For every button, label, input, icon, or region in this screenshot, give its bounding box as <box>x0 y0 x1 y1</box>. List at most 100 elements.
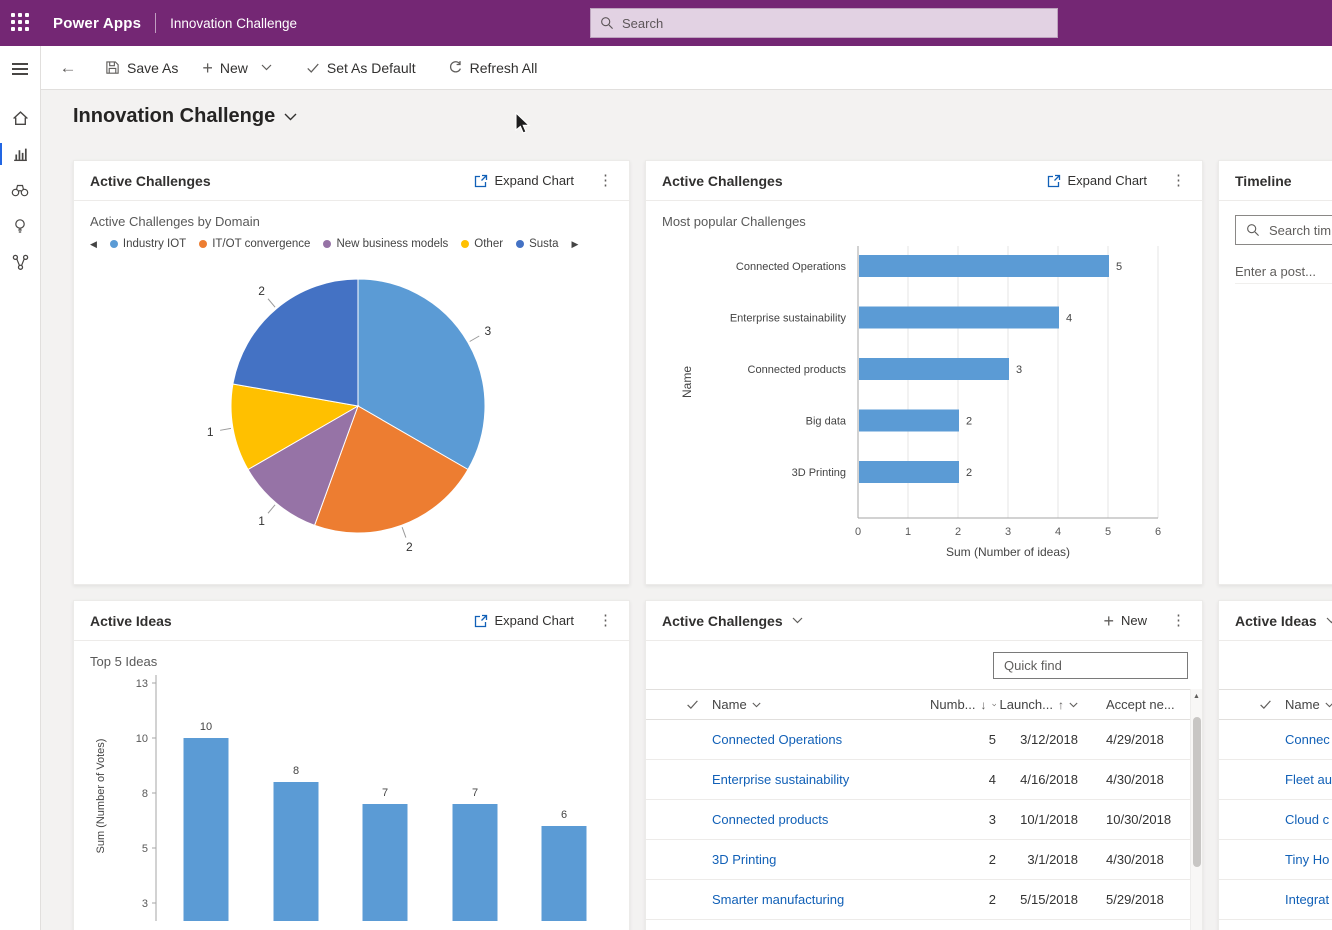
new-label: New <box>220 60 248 76</box>
column-header-name[interactable]: Name <box>1285 697 1332 712</box>
refresh-all-button[interactable]: Refresh All <box>436 50 550 86</box>
timeline-search[interactable] <box>1235 215 1332 245</box>
app-name[interactable]: Power Apps <box>53 15 141 32</box>
save-as-button[interactable]: Save As <box>93 50 190 86</box>
svg-text:6: 6 <box>561 809 567 821</box>
cell-launch-date: 5/15/2018 <box>996 892 1078 907</box>
cell-launch-date: 3/12/2018 <box>996 732 1078 747</box>
dashboard-selector[interactable]: Innovation Challenge <box>73 105 297 128</box>
legend-dot <box>516 240 524 248</box>
waffle-menu-icon[interactable] <box>11 13 31 33</box>
cell-launch-date: 3/1/2018 <box>996 852 1078 867</box>
legend-item: New business models <box>323 238 448 250</box>
nav-item-processes[interactable] <box>0 244 40 280</box>
table-row[interactable]: 3D Printing23/1/20184/30/2018 <box>646 840 1202 880</box>
table-row[interactable]: Tiny Ho <box>1219 840 1332 880</box>
set-as-default-button[interactable]: Set As Default <box>294 50 428 86</box>
timeline-post-input[interactable] <box>1235 260 1332 284</box>
cell-launch-date: 4/16/2018 <box>996 772 1078 787</box>
record-name-link[interactable]: Smarter manufacturing <box>712 892 844 907</box>
nav-hamburger-button[interactable] <box>0 52 40 86</box>
pie-slice[interactable] <box>233 279 358 406</box>
column-header-number[interactable]: Numb... ↓ <box>930 697 996 712</box>
scrollbar-thumb[interactable] <box>1193 717 1201 867</box>
chevron-down-icon[interactable] <box>261 64 272 71</box>
more-commands-icon[interactable]: ⋮ <box>1171 173 1186 188</box>
column-chart: 1310853108776Sum (Number of Votes) <box>74 671 630 921</box>
nav-item-home[interactable] <box>0 100 40 136</box>
legend-prev-icon[interactable]: ◀ <box>90 239 97 250</box>
table-row[interactable]: Fleet au <box>1219 760 1332 800</box>
select-all-checkmark-icon[interactable] <box>672 698 712 711</box>
table-row[interactable]: Connected Operations53/12/20184/29/2018 <box>646 720 1202 760</box>
table-scrollbar[interactable]: ▲ <box>1190 689 1202 930</box>
card-active-ideas-chart: Active Ideas Expand Chart ⋮ Top 5 Ideas … <box>73 600 630 930</box>
expand-chart-label: Expand Chart <box>1068 173 1148 188</box>
bar[interactable] <box>859 461 959 483</box>
new-record-button[interactable]: + New <box>1103 612 1147 630</box>
svg-text:Connected Operations: Connected Operations <box>736 261 847 273</box>
new-button[interactable]: + New <box>190 50 284 86</box>
scroll-up-icon[interactable]: ▲ <box>1191 689 1202 703</box>
more-commands-icon[interactable]: ⋮ <box>1171 613 1186 628</box>
table-row[interactable]: Enterprise sustainability44/16/20184/30/… <box>646 760 1202 800</box>
table-row[interactable]: Integrat <box>1219 880 1332 920</box>
record-name-link[interactable]: Connected products <box>712 812 828 827</box>
expand-chart-button[interactable]: Expand Chart <box>474 173 575 188</box>
chevron-down-icon[interactable] <box>284 113 297 121</box>
bar[interactable] <box>542 826 587 921</box>
bar[interactable] <box>363 804 408 921</box>
record-name-link[interactable]: 3D Printing <box>712 852 776 867</box>
table-row[interactable]: Connec <box>1219 720 1332 760</box>
back-button[interactable]: ← <box>51 50 85 86</box>
expand-chart-button[interactable]: Expand Chart <box>1047 173 1148 188</box>
svg-text:Sum (Number of Votes): Sum (Number of Votes) <box>95 739 107 854</box>
svg-text:13: 13 <box>136 678 148 690</box>
expand-chart-icon <box>1047 174 1061 188</box>
expand-chart-label: Expand Chart <box>495 173 575 188</box>
legend-next-icon[interactable]: ▶ <box>571 239 578 250</box>
chevron-down-icon[interactable] <box>792 617 803 624</box>
bar[interactable] <box>184 738 229 921</box>
svg-text:0: 0 <box>855 526 861 538</box>
record-name-link[interactable]: Connec <box>1285 732 1330 747</box>
global-search[interactable] <box>590 8 1058 38</box>
record-name-link[interactable]: Fleet au <box>1285 772 1332 787</box>
more-commands-icon[interactable]: ⋮ <box>598 613 613 628</box>
column-header-name[interactable]: Name <box>712 697 930 712</box>
bar[interactable] <box>859 410 959 432</box>
chevron-down-icon[interactable] <box>1326 617 1332 624</box>
nav-item-dashboards[interactable] <box>0 136 40 172</box>
more-commands-icon[interactable]: ⋮ <box>598 173 613 188</box>
cell-launch-date: 10/1/2018 <box>996 812 1078 827</box>
table-row[interactable]: Cloud c <box>1219 800 1332 840</box>
bar[interactable] <box>859 307 1059 329</box>
bar[interactable] <box>859 358 1009 380</box>
select-all-checkmark-icon[interactable] <box>1245 698 1285 711</box>
table-row[interactable]: Smarter manufacturing25/15/20185/29/2018 <box>646 880 1202 920</box>
expand-chart-button[interactable]: Expand Chart <box>474 613 575 628</box>
record-name-link[interactable]: Connected Operations <box>712 732 842 747</box>
global-search-input[interactable] <box>622 16 1048 31</box>
nav-item-ideas[interactable] <box>0 208 40 244</box>
quick-find[interactable] <box>993 652 1188 679</box>
record-name-link[interactable]: Tiny Ho <box>1285 852 1329 867</box>
chevron-down-icon <box>1325 702 1332 708</box>
svg-text:Big data: Big data <box>806 416 847 428</box>
column-header-launch[interactable]: Launch... ↑ <box>996 697 1078 712</box>
lightbulb-icon <box>12 218 28 235</box>
bar[interactable] <box>859 255 1109 277</box>
record-name-link[interactable]: Enterprise sustainability <box>712 772 849 787</box>
record-name-link[interactable]: Integrat <box>1285 892 1329 907</box>
timeline-search-input[interactable] <box>1269 223 1332 238</box>
page-title: Innovation Challenge <box>73 105 275 128</box>
bar[interactable] <box>453 804 498 921</box>
binoculars-icon <box>11 183 29 198</box>
nav-item-search-insights[interactable] <box>0 172 40 208</box>
column-header-accept[interactable]: Accept ne... <box>1078 697 1208 712</box>
table-row[interactable]: Connected products310/1/201810/30/2018 <box>646 800 1202 840</box>
quick-find-input[interactable] <box>1004 658 1180 673</box>
bar[interactable] <box>274 782 319 921</box>
pie-data-label: 1 <box>207 425 214 439</box>
record-name-link[interactable]: Cloud c <box>1285 812 1329 827</box>
